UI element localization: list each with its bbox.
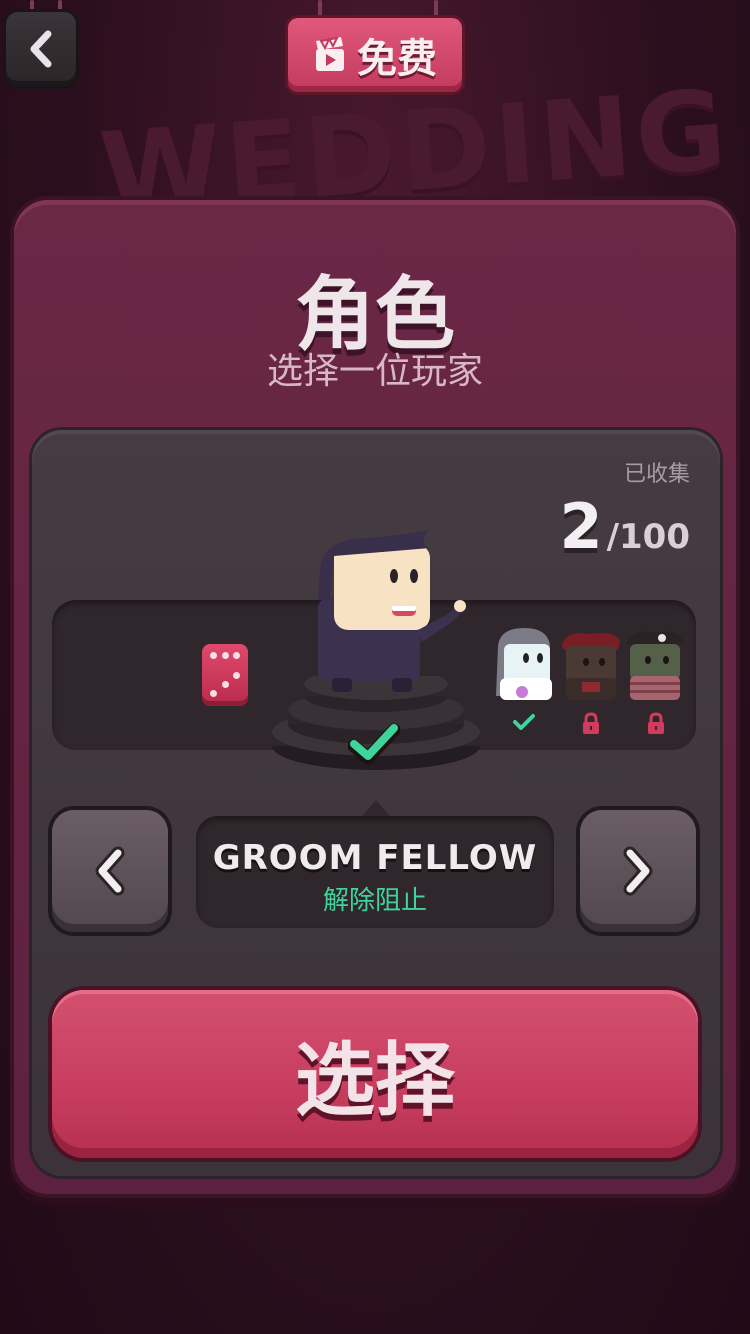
groom-character[interactable] [310, 530, 470, 695]
back-button[interactable] [6, 12, 76, 86]
chevron-right-icon [623, 846, 653, 896]
selected-check-icon [348, 723, 400, 765]
collected-number: 2 [559, 490, 603, 563]
select-button[interactable]: 选择 [52, 990, 698, 1158]
page-subtitle: 选择一位玩家 [266, 351, 483, 392]
collected-label: 已收集 [623, 462, 690, 487]
lock-icon [648, 712, 664, 734]
chevron-left-icon [30, 30, 52, 68]
pirate-character[interactable] [558, 626, 624, 706]
chevron-left-icon [95, 846, 125, 896]
character-status: 解除阻止 [322, 886, 427, 916]
previous-character-button[interactable] [52, 810, 168, 932]
check-icon [513, 714, 535, 730]
dice-icon[interactable] [202, 644, 248, 706]
free-button[interactable]: 免费 [288, 18, 462, 92]
character-name: GROOM FELLOW [212, 838, 538, 878]
collected-count: 2 /100 [559, 490, 690, 563]
free-label: 免费 [357, 36, 437, 82]
zombie-pirate-character[interactable] [622, 626, 688, 706]
next-character-button[interactable] [580, 810, 696, 932]
select-button-label: 选择 [295, 1034, 455, 1127]
name-box-pointer [362, 800, 390, 816]
collected-total: /100 [606, 517, 690, 557]
clapperboard-icon [316, 37, 344, 71]
bride-character[interactable] [490, 626, 558, 706]
lock-icon [583, 712, 599, 734]
